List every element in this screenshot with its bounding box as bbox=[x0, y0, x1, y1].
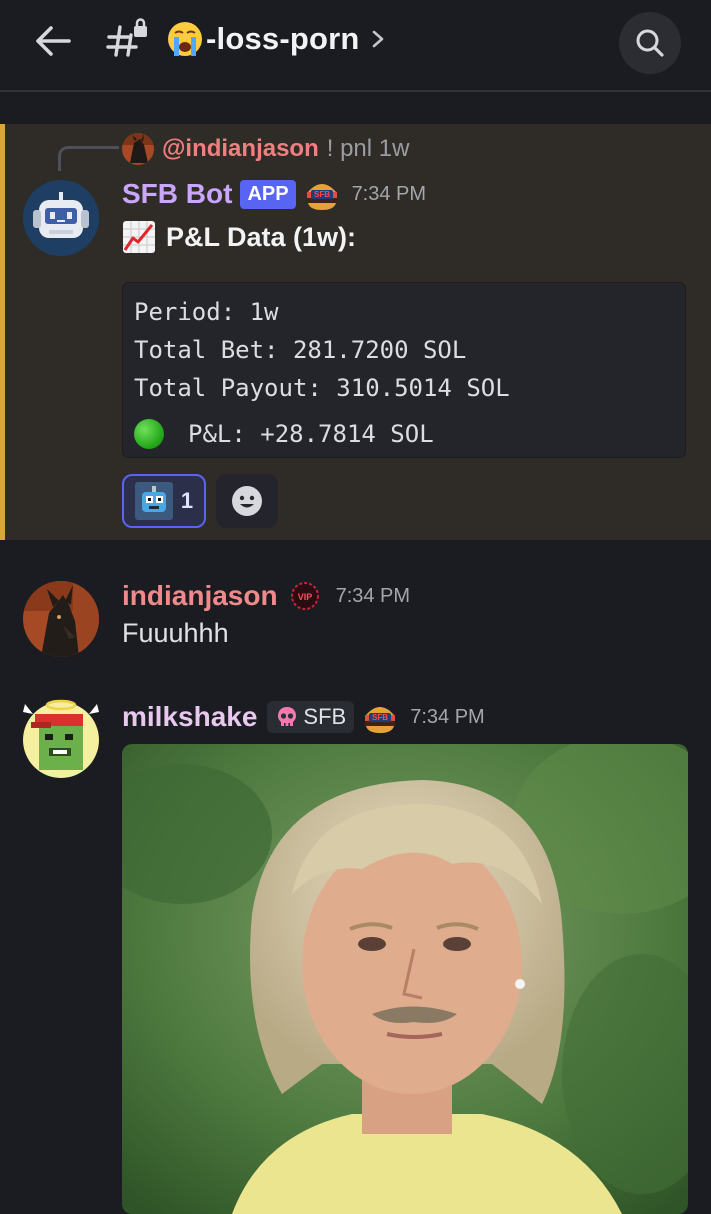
message-header: milkshake SFB SFB 7:34 PM bbox=[122, 697, 485, 737]
locked-hash-icon bbox=[106, 18, 147, 57]
timestamp: 7:34 PM bbox=[351, 182, 427, 205]
reaction-robot[interactable]: 1 bbox=[122, 474, 206, 528]
svg-text:SFB: SFB bbox=[372, 713, 388, 722]
green-circle-icon bbox=[134, 419, 164, 449]
message-header: indianjason VIP 7:34 PM bbox=[122, 576, 410, 616]
image-attachment[interactable] bbox=[122, 744, 688, 1214]
code-block: Period: 1w Total Bet: 281.7200 SOL Total… bbox=[122, 282, 686, 458]
reactions-row: 1 bbox=[122, 474, 278, 528]
code-line-total-bet: Total Bet: 281.7200 SOL bbox=[134, 336, 467, 364]
username[interactable]: indianjason bbox=[122, 580, 278, 612]
search-button[interactable] bbox=[619, 12, 681, 74]
message-text: Fuuuhhh bbox=[122, 618, 229, 648]
smiley-add-icon bbox=[232, 486, 262, 516]
message-sfb-bot[interactable]: @indianjason ! pnl 1w SFB Bot APP SFB 7:… bbox=[0, 124, 711, 540]
vip-badge-icon: VIP bbox=[290, 582, 319, 610]
header-divider bbox=[0, 90, 711, 92]
svg-text:VIP: VIP bbox=[297, 592, 312, 602]
message-title: P&L Data (1w): bbox=[122, 220, 356, 254]
avatar[interactable] bbox=[23, 699, 99, 778]
reply-reference[interactable]: @indianjason ! pnl 1w bbox=[122, 132, 409, 166]
app-badge: APP bbox=[240, 179, 296, 209]
back-button[interactable] bbox=[30, 18, 76, 64]
code-line-total-payout: Total Payout: 310.5014 SOL bbox=[134, 374, 510, 402]
username[interactable]: milkshake bbox=[122, 701, 257, 733]
sfb-burger-icon: SFB bbox=[365, 707, 396, 733]
guild-tag-text: SFB bbox=[303, 704, 347, 729]
add-reaction-button[interactable] bbox=[216, 474, 278, 528]
sfb-burger-icon: SFB bbox=[306, 184, 337, 210]
username[interactable]: SFB Bot bbox=[122, 178, 232, 210]
pnl-title-text: P&L Data (1w): bbox=[166, 221, 357, 252]
chart-increasing-icon bbox=[123, 221, 155, 253]
reply-avatar bbox=[122, 133, 154, 165]
reply-mention[interactable]: @indianjason bbox=[162, 135, 319, 163]
channel-header: -loss-porn bbox=[0, 0, 711, 80]
avatar[interactable] bbox=[23, 581, 99, 657]
code-line-pnl: P&L: +28.7814 SOL bbox=[134, 415, 685, 453]
timestamp: 7:34 PM bbox=[335, 584, 411, 607]
message-header: SFB Bot APP SFB 7:34 PM bbox=[122, 174, 426, 214]
pnl-value-text: P&L: +28.7814 SOL bbox=[188, 420, 434, 448]
reply-preview-text: ! pnl 1w bbox=[326, 135, 410, 162]
search-icon bbox=[636, 29, 664, 57]
code-line-period: Period: 1w bbox=[134, 298, 279, 326]
arrow-left-icon bbox=[36, 26, 71, 56]
reply-connector bbox=[58, 146, 119, 171]
guild-tag[interactable]: SFB bbox=[267, 701, 355, 733]
reaction-count: 1 bbox=[180, 488, 194, 513]
timestamp: 7:34 PM bbox=[410, 705, 485, 728]
robot-pixel-icon bbox=[134, 482, 173, 520]
channel-name: -loss-porn bbox=[206, 21, 360, 56]
mention-highlight-bar bbox=[0, 124, 5, 540]
avatar[interactable] bbox=[23, 180, 99, 256]
pink-skull-icon bbox=[278, 707, 297, 726]
chevron-right-icon bbox=[372, 30, 383, 48]
svg-text:SFB: SFB bbox=[314, 190, 330, 199]
crying-face-icon bbox=[168, 22, 202, 56]
channel-title[interactable]: -loss-porn bbox=[106, 14, 386, 64]
